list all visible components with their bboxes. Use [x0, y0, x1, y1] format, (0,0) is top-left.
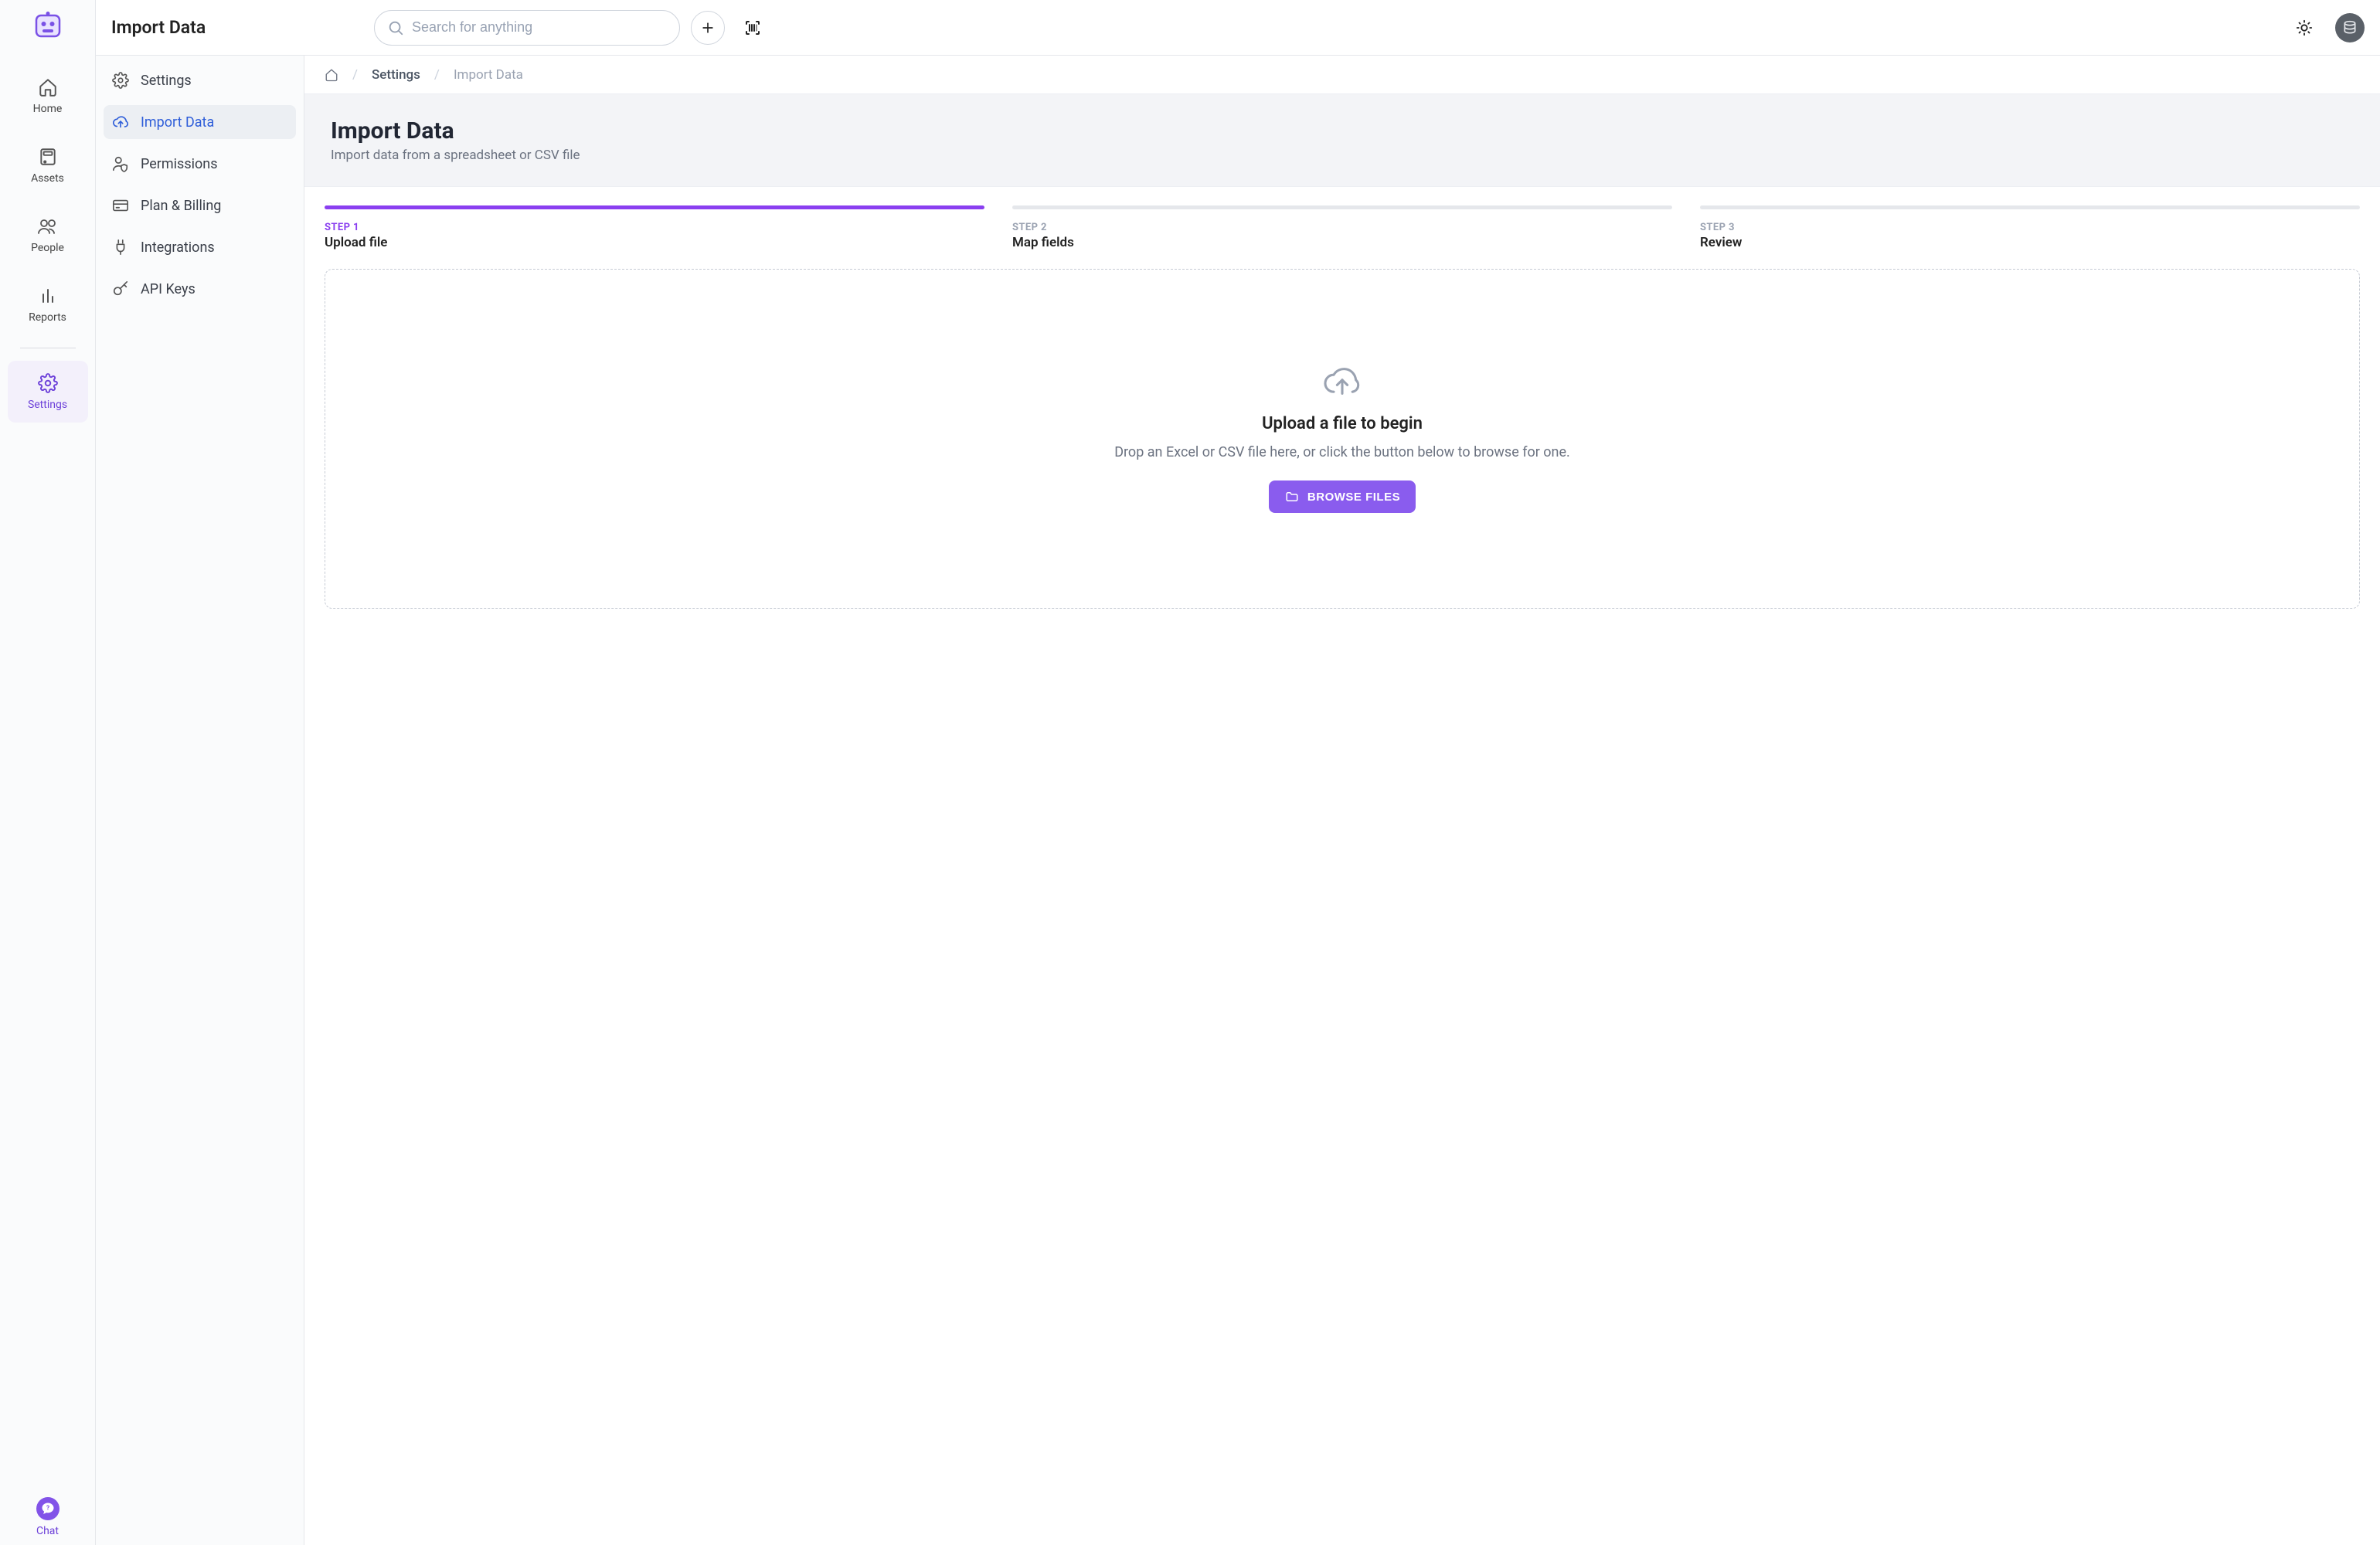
side-label: Import Data [141, 114, 214, 131]
search-icon [387, 19, 404, 36]
breadcrumb: / Settings / Import Data [304, 56, 2380, 94]
key-icon [111, 280, 130, 298]
side-item-importdata[interactable]: Import Data [104, 105, 296, 139]
database-icon [2342, 20, 2358, 36]
hero-title: Import Data [331, 117, 2354, 144]
settings-sidebar: Settings Import Data Permissions Plan & … [96, 56, 304, 1545]
step-name: Review [1700, 235, 2360, 250]
user-avatar[interactable] [2335, 13, 2365, 42]
gear-icon [37, 372, 59, 394]
nav-label: Settings [28, 399, 67, 411]
step-label: STEP 1 [325, 222, 984, 233]
scan-button[interactable] [736, 11, 770, 45]
sun-icon [2296, 19, 2313, 36]
nav-label: Reports [29, 311, 66, 324]
side-item-integrations[interactable]: Integrations [104, 230, 296, 264]
nav-label: Home [33, 103, 63, 115]
credit-card-icon [111, 196, 130, 215]
side-label: Settings [141, 73, 192, 89]
side-item-apikeys[interactable]: API Keys [104, 272, 296, 306]
breadcrumb-sep: / [352, 67, 358, 83]
side-label: Integrations [141, 239, 215, 256]
step-1: STEP 1 Upload file [325, 205, 984, 250]
main-content: / Settings / Import Data Import Data Imp… [304, 56, 2380, 1545]
side-item-settings[interactable]: Settings [104, 63, 296, 97]
step-bar [1700, 205, 2360, 209]
steps: STEP 1 Upload file STEP 2 Map fields STE… [325, 187, 2360, 269]
nav-assets[interactable]: Assets [8, 134, 88, 196]
dropzone-subtitle: Drop an Excel or CSV file here, or click… [1114, 444, 1570, 460]
add-button[interactable] [691, 11, 725, 45]
search-input[interactable] [412, 19, 667, 36]
cloud-upload-icon [111, 113, 130, 131]
nav-label: Assets [31, 172, 64, 185]
cloud-upload-icon [1321, 365, 1364, 399]
nav-rail: Home Assets People Reports Settings ? Ch… [0, 0, 96, 1545]
assets-icon [37, 146, 59, 168]
hero: Import Data Import data from a spreadshe… [304, 94, 2380, 187]
nav-label: People [31, 242, 64, 254]
dropzone-title: Upload a file to begin [1262, 414, 1423, 433]
topbar: Import Data [96, 0, 2380, 56]
home-icon [37, 76, 59, 98]
nav-settings[interactable]: Settings [8, 361, 88, 423]
barcode-icon [743, 19, 762, 37]
chat-icon: ? [36, 1497, 60, 1520]
side-label: API Keys [141, 281, 196, 297]
breadcrumb-sep: / [434, 67, 440, 83]
theme-toggle[interactable] [2287, 11, 2321, 45]
side-label: Permissions [141, 156, 218, 172]
step-3: STEP 3 Review [1700, 205, 2360, 250]
step-name: Upload file [325, 235, 984, 250]
breadcrumb-settings[interactable]: Settings [372, 67, 420, 83]
step-2: STEP 2 Map fields [1012, 205, 1672, 250]
browse-files-button[interactable]: BROWSE FILES [1269, 480, 1416, 513]
person-shield-icon [111, 154, 130, 173]
side-label: Plan & Billing [141, 198, 221, 214]
step-name: Map fields [1012, 235, 1672, 250]
step-bar [1012, 205, 1672, 209]
plus-icon [700, 20, 716, 36]
breadcrumb-home-icon[interactable] [325, 68, 338, 82]
svg-text:?: ? [46, 1505, 49, 1513]
nav-label: Chat [36, 1525, 59, 1537]
plug-icon [111, 238, 130, 256]
step-bar [325, 205, 984, 209]
app-logo[interactable] [34, 11, 62, 39]
breadcrumb-current: Import Data [454, 67, 523, 83]
search-box[interactable] [374, 10, 680, 46]
nav-chat[interactable]: ? Chat [36, 1497, 60, 1537]
nav-reports[interactable]: Reports [8, 273, 88, 335]
step-label: STEP 2 [1012, 222, 1672, 233]
nav-home[interactable]: Home [8, 65, 88, 127]
hero-subtitle: Import data from a spreadsheet or CSV fi… [331, 148, 2354, 163]
side-item-permissions[interactable]: Permissions [104, 147, 296, 181]
side-item-planbilling[interactable]: Plan & Billing [104, 188, 296, 222]
people-icon [37, 216, 59, 237]
nav-people[interactable]: People [8, 204, 88, 266]
file-dropzone[interactable]: Upload a file to begin Drop an Excel or … [325, 269, 2360, 609]
gear-icon [111, 71, 130, 90]
step-label: STEP 3 [1700, 222, 2360, 233]
browse-label: BROWSE FILES [1307, 491, 1400, 504]
folder-icon [1284, 490, 1300, 504]
page-title: Import Data [111, 17, 374, 38]
reports-icon [37, 285, 59, 307]
